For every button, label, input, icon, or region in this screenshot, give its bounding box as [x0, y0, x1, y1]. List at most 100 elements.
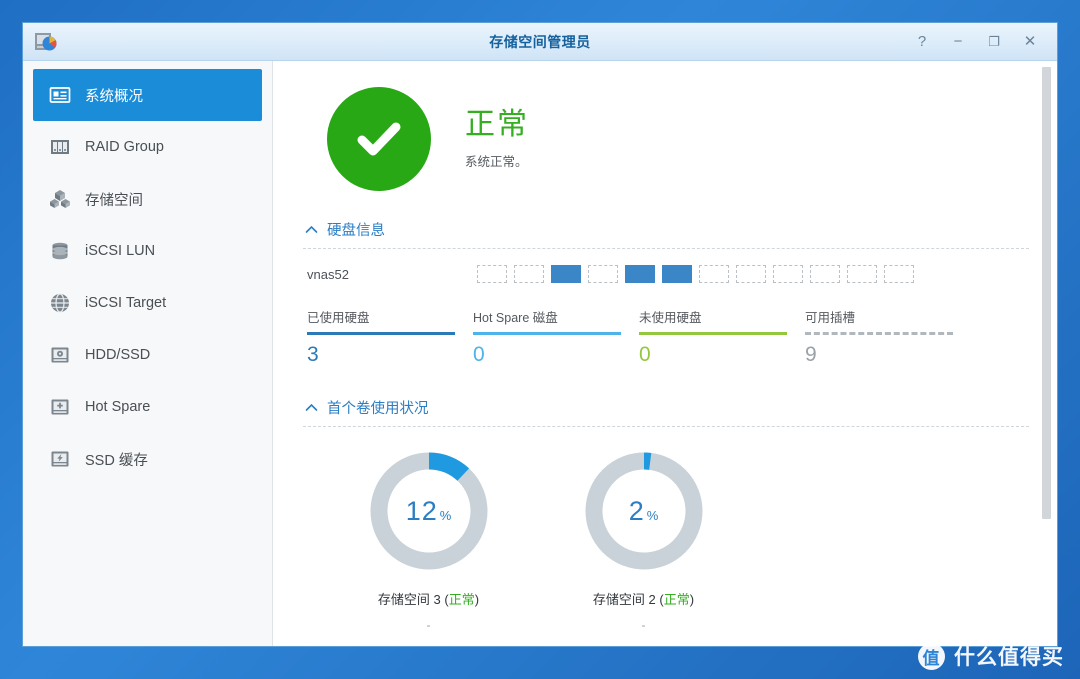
host-row: vnas52 — [303, 249, 1029, 291]
help-button[interactable]: ? — [913, 33, 931, 51]
hot-spare-icon — [49, 396, 71, 418]
volume-name-suffix: ) — [474, 592, 480, 607]
window-controls: ? − ❐ ✕ — [913, 33, 1057, 51]
ssd-cache-icon — [49, 448, 71, 470]
usage-percent-value: 2 — [628, 495, 645, 526]
chevron-up-icon — [305, 222, 318, 238]
volume-name-prefix: 存储空间 2 ( — [592, 592, 664, 607]
watermark-badge: 值 — [918, 642, 945, 670]
chevron-up-icon — [305, 400, 318, 416]
sidebar-item-raid-group[interactable]: RAID Group — [33, 121, 262, 173]
database-icon — [49, 240, 71, 262]
stat-unused-disks: 未使用硬盘 0 — [639, 307, 805, 367]
content-area: 正常 系统正常。 硬盘信息 vnas52 已使用硬盘 3 Hot Spare 磁… — [273, 61, 1057, 646]
stat-hot-spare-disks: Hot Spare 磁盘 0 — [473, 307, 639, 367]
volume-name-prefix: 存储空间 3 ( — [377, 592, 449, 607]
watermark: 值 什么值得买 — [918, 641, 1064, 671]
window-title: 存储空间管理员 — [489, 33, 591, 50]
hdd-icon — [49, 344, 71, 366]
system-status: 正常 系统正常。 — [303, 61, 1029, 213]
sidebar-item-ssd-cache[interactable]: SSD 缓存 — [33, 433, 262, 485]
maximize-button[interactable]: ❐ — [985, 33, 1003, 51]
sidebar-item-label: Hot Spare — [85, 399, 151, 415]
disk-info-title: 硬盘信息 — [327, 223, 385, 239]
stat-label: Hot Spare 磁盘 — [473, 311, 558, 325]
usage-donut: 12 % — [367, 449, 491, 573]
stat-used-disks: 已使用硬盘 3 — [307, 307, 473, 367]
volume-dash: - — [426, 618, 431, 632]
sidebar-item-label: 存储空间 — [85, 192, 143, 209]
stat-value: 3 — [307, 343, 319, 366]
disk-slots — [477, 265, 914, 283]
close-button[interactable]: ✕ — [1021, 33, 1039, 51]
disk-info-section-header[interactable]: 硬盘信息 — [303, 213, 1029, 248]
status-title: 正常 — [465, 108, 529, 141]
volume-name: 存储空间 3 (正常) — [321, 573, 536, 608]
stat-label: 可用插槽 — [805, 311, 856, 325]
volume-name: 存储空间 2 (正常) — [536, 573, 751, 608]
usage-percent-unit: % — [439, 508, 452, 523]
sidebar-item-hdd-ssd[interactable]: HDD/SSD — [33, 329, 262, 381]
stat-label: 未使用硬盘 — [639, 311, 702, 325]
disk-slot-7[interactable] — [699, 265, 729, 283]
volume-dash: - — [641, 618, 646, 632]
sidebar: 系统概况 RAID Group 存储空间 iSCSI LUN iSCSI Tar… — [23, 61, 273, 646]
volume-section-header[interactable]: 首个卷使用状况 — [303, 373, 1029, 426]
sidebar-item-storage-pool[interactable]: 存储空间 — [33, 173, 262, 225]
usage-percent-value: 12 — [405, 495, 438, 526]
volume-status: 正常 — [448, 592, 475, 607]
disk-slot-11[interactable] — [847, 265, 877, 283]
sidebar-item-iscsi-target[interactable]: iSCSI Target — [33, 277, 262, 329]
stat-value: 9 — [805, 343, 817, 366]
stat-value: 0 — [473, 343, 485, 366]
storage-manager-icon — [34, 30, 58, 54]
disk-stats: 已使用硬盘 3 Hot Spare 磁盘 0 未使用硬盘 0 可用插槽 9 — [303, 291, 1029, 373]
watermark-text: 什么值得买 — [954, 646, 1064, 669]
volume-status: 正常 — [663, 592, 690, 607]
volume-card[interactable]: 2 % 存储空间 2 (正常) - 4.8 GB / 453.8 GB — [536, 449, 751, 646]
sidebar-item-label: RAID Group — [85, 139, 164, 155]
sidebar-item-iscsi-lun[interactable]: iSCSI LUN — [33, 225, 262, 277]
volume-card[interactable]: 12 % 存储空间 3 (正常) - 107.8 GB / 912.2 GB — [321, 449, 536, 646]
disk-slot-5[interactable] — [625, 265, 655, 283]
volume-name-suffix: ) — [689, 592, 695, 607]
disk-slot-6[interactable] — [662, 265, 692, 283]
host-name: vnas52 — [307, 266, 349, 282]
disk-slot-10[interactable] — [810, 265, 840, 283]
usage-donut: 2 % — [582, 449, 706, 573]
globe-icon — [49, 292, 71, 314]
minimize-button[interactable]: − — [949, 33, 967, 51]
sidebar-item-label: iSCSI LUN — [85, 243, 156, 259]
disk-slot-1[interactable] — [477, 265, 507, 283]
usage-percent: 2 % — [582, 449, 706, 573]
scrollbar-thumb[interactable] — [1042, 67, 1051, 519]
sidebar-item-overview[interactable]: 系统概况 — [33, 69, 262, 121]
stat-label: 已使用硬盘 — [307, 311, 370, 325]
sidebar-item-label: iSCSI Target — [85, 295, 167, 311]
sidebar-item-label: SSD 缓存 — [85, 452, 148, 469]
disk-slot-4[interactable] — [588, 265, 618, 283]
volume-section-title: 首个卷使用状况 — [327, 401, 429, 417]
check-circle-icon — [327, 87, 431, 191]
disk-slot-2[interactable] — [514, 265, 544, 283]
volume-size: 4.8 GB / 453.8 GB — [536, 632, 751, 646]
disk-slot-8[interactable] — [736, 265, 766, 283]
usage-percent-unit: % — [646, 508, 659, 523]
status-subtitle: 系统正常。 — [465, 155, 528, 169]
raid-group-icon — [49, 136, 71, 158]
usage-percent: 12 % — [367, 449, 491, 573]
stat-value: 0 — [639, 343, 651, 366]
volume-list: 12 % 存储空间 3 (正常) - 107.8 GB / 912.2 GB — [303, 427, 1029, 646]
sidebar-item-label: 系统概况 — [85, 88, 143, 105]
storage-manager-window: 存储空间管理员 ? − ❐ ✕ 系统概况 RAID Group 存储空间 iSC… — [22, 22, 1058, 647]
sidebar-item-label: HDD/SSD — [85, 347, 151, 363]
title-bar: 存储空间管理员 ? − ❐ ✕ — [23, 23, 1057, 61]
disk-slot-3[interactable] — [551, 265, 581, 283]
content-scrollbar[interactable] — [1042, 67, 1051, 640]
disk-slot-9[interactable] — [773, 265, 803, 283]
volume-size: 107.8 GB / 912.2 GB — [321, 632, 536, 646]
disk-slot-12[interactable] — [884, 265, 914, 283]
storage-pool-icon — [49, 188, 71, 210]
sidebar-item-hot-spare[interactable]: Hot Spare — [33, 381, 262, 433]
overview-icon — [49, 84, 71, 106]
